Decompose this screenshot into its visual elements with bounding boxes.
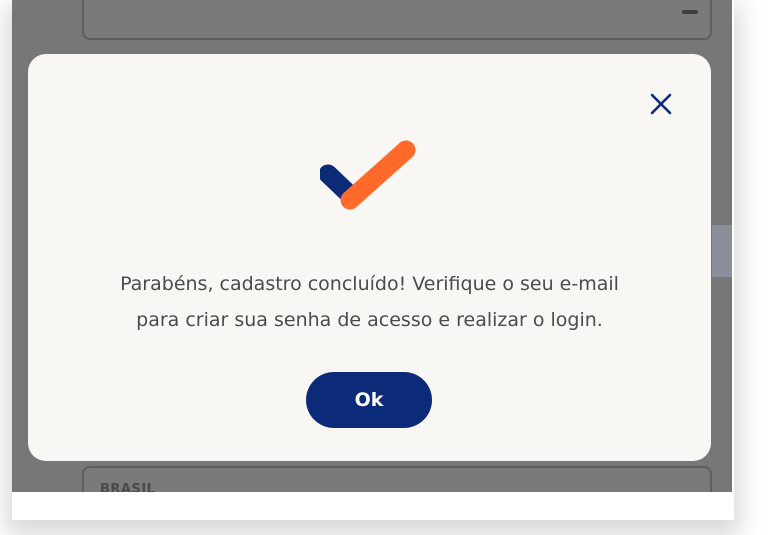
background-strip bbox=[712, 225, 732, 277]
background-field-country: BRASIL bbox=[82, 466, 712, 492]
background-field-top bbox=[82, 0, 712, 40]
close-button[interactable] bbox=[649, 92, 673, 116]
success-dialog: Parabéns, cadastro concluído! Verifique … bbox=[28, 54, 711, 461]
ok-button[interactable]: Ok bbox=[306, 372, 432, 428]
message-line-1: Parabéns, cadastro concluído! Verifique … bbox=[120, 273, 619, 295]
success-message: Parabéns, cadastro concluído! Verifique … bbox=[68, 266, 671, 338]
checkmark-icon bbox=[320, 140, 416, 210]
close-icon bbox=[650, 93, 672, 115]
message-line-2: para criar sua senha de acesso e realiza… bbox=[136, 309, 603, 331]
chevron-down-icon bbox=[682, 10, 698, 14]
background-field-value: BRASIL bbox=[100, 482, 156, 492]
